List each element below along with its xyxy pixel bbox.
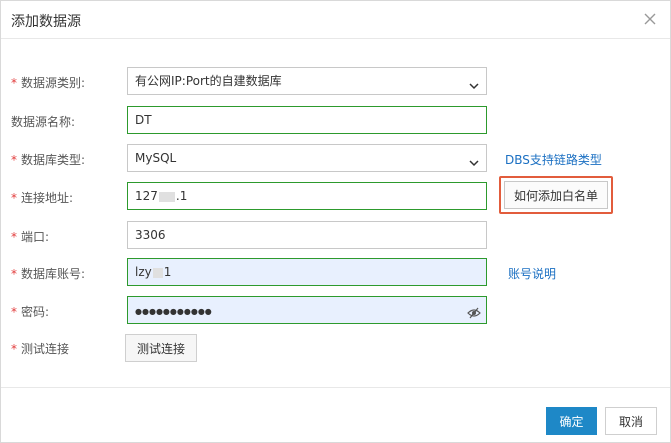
datasource-name-row: 数据源名称: DT [1, 106, 670, 136]
test-connection-row: * 测试连接 [1, 337, 670, 367]
db-type-label: * 数据库类型: [11, 153, 86, 167]
required-mark: * [11, 305, 17, 319]
required-mark: * [11, 342, 17, 356]
account-input[interactable]: lzy 1 [127, 258, 487, 286]
test-connection-label: * 测试连接 [11, 342, 70, 356]
cancel-button[interactable]: 取消 [605, 407, 657, 435]
address-label: * 连接地址: [11, 191, 74, 205]
add-datasource-dialog: 添加数据源 * 数据源类别: 有公网IP:Port的自建数据库 数据源名称: DT… [0, 0, 671, 443]
password-row: * 密码: ●●●●●●●●●●● [1, 296, 670, 326]
port-input[interactable]: 3306 [127, 221, 487, 249]
address-input[interactable]: 127.1 [127, 182, 487, 210]
confirm-button[interactable]: 确定 [546, 407, 597, 435]
required-mark: * [11, 230, 17, 244]
whitelist-help-button[interactable]: 如何添加白名单 [504, 181, 608, 209]
dialog-title: 添加数据源 [11, 14, 81, 30]
db-type-select[interactable]: MySQL [127, 144, 487, 172]
password-label: * 密码: [11, 305, 50, 319]
port-label: * 端口: [11, 230, 50, 244]
dbs-link-types-link[interactable]: DBS支持链路类型 [505, 151, 602, 168]
datasource-type-row: * 数据源类别: 有公网IP:Port的自建数据库 [1, 67, 670, 97]
redacted-mask [158, 191, 175, 202]
close-icon[interactable] [642, 11, 658, 27]
account-label: * 数据库账号: [11, 267, 86, 281]
account-row: * 数据库账号: lzy 1 账号说明 [1, 258, 670, 288]
chevron-down-icon [468, 75, 480, 90]
footer-divider [1, 387, 670, 388]
eye-slash-icon[interactable] [467, 303, 481, 319]
port-row: * 端口: 3306 [1, 221, 670, 251]
dialog-header: 添加数据源 [1, 1, 670, 39]
whitelist-highlight: 如何添加白名单 [499, 176, 613, 214]
db-type-row: * 数据库类型: MySQL DBS支持链路类型 [1, 144, 670, 174]
datasource-name-label: 数据源名称: [11, 115, 76, 129]
datasource-type-select[interactable]: 有公网IP:Port的自建数据库 [127, 67, 487, 95]
required-mark: * [11, 153, 17, 167]
required-mark: * [11, 191, 17, 205]
required-mark: * [11, 267, 17, 281]
account-help-link[interactable]: 账号说明 [508, 265, 556, 282]
test-connection-button[interactable]: 测试连接 [125, 334, 197, 362]
redacted-mask [152, 267, 163, 278]
chevron-down-icon [468, 152, 480, 167]
password-input[interactable]: ●●●●●●●●●●● [127, 296, 487, 324]
datasource-name-input[interactable]: DT [127, 106, 487, 134]
required-mark: * [11, 76, 17, 90]
datasource-type-label: * 数据源类别: [11, 76, 86, 90]
